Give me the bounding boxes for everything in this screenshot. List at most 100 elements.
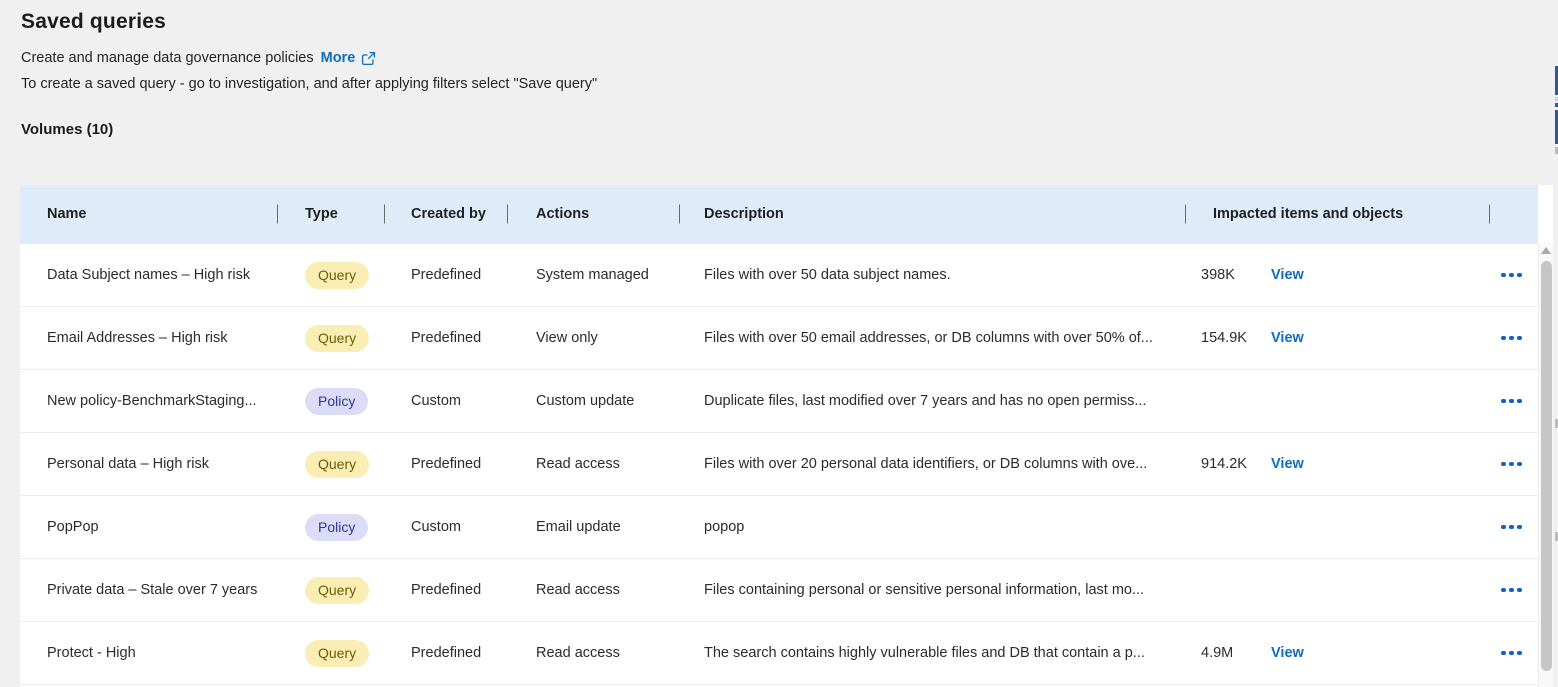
actions-value: System managed — [536, 267, 649, 283]
column-header-impacted[interactable]: Impacted items and objects — [1186, 185, 1490, 243]
actions-value: Email update — [536, 519, 621, 535]
column-header-created-by[interactable]: Created by — [385, 185, 508, 243]
impacted-count: 914.2K — [1201, 456, 1271, 472]
created-by-value: Predefined — [411, 582, 481, 598]
view-link[interactable]: View — [1271, 330, 1304, 346]
description-value: Duplicate files, last modified over 7 ye… — [704, 393, 1146, 409]
created-by-value: Predefined — [411, 456, 481, 472]
cell-created-by: Predefined — [385, 622, 508, 684]
cell-menu — [1490, 307, 1538, 369]
table-row[interactable]: Personal data – High risk Query Predefin… — [20, 432, 1538, 495]
cell-impacted: 4.9M View — [1186, 622, 1490, 684]
description-value: Files containing personal or sensitive p… — [704, 582, 1144, 598]
section-heading-volumes: Volumes (10) — [21, 121, 1558, 138]
table-row[interactable]: Protect - High Query Predefined Read acc… — [20, 621, 1538, 684]
cell-created-by: Predefined — [385, 307, 508, 369]
cell-impacted: 154.9K View — [1186, 307, 1490, 369]
row-menu-button[interactable] — [1497, 393, 1526, 410]
table-scrollbar[interactable] — [1538, 243, 1553, 687]
cell-actions: Email update — [508, 496, 680, 558]
impacted-count: 154.9K — [1201, 330, 1271, 346]
page-subtitle-row: Create and manage data governance polici… — [21, 50, 1558, 66]
cell-menu — [1490, 370, 1538, 432]
more-link[interactable]: More — [321, 50, 377, 66]
cell-type: Query — [278, 622, 385, 684]
description-value: Files with over 50 email addresses, or D… — [704, 330, 1153, 346]
cell-impacted — [1186, 496, 1490, 558]
view-link[interactable]: View — [1271, 456, 1304, 472]
row-menu-button[interactable] — [1497, 267, 1526, 284]
type-badge: Policy — [305, 514, 368, 541]
cell-created-by: Predefined — [385, 559, 508, 621]
type-badge: Query — [305, 577, 369, 604]
cell-type: Policy — [278, 370, 385, 432]
actions-value: Read access — [536, 582, 620, 598]
cell-menu — [1490, 496, 1538, 558]
description-value: The search contains highly vulnerable fi… — [704, 645, 1145, 661]
cell-created-by: Custom — [385, 370, 508, 432]
row-menu-button[interactable] — [1497, 582, 1526, 599]
scrollbar-thumb[interactable] — [1541, 261, 1552, 671]
query-name: New policy-BenchmarkStaging... — [47, 393, 257, 409]
table-body: Data Subject names – High risk Query Pre… — [20, 243, 1538, 684]
cell-actions: Read access — [508, 559, 680, 621]
row-menu-button[interactable] — [1497, 330, 1526, 347]
query-name: Private data – Stale over 7 years — [47, 582, 257, 598]
row-menu-button[interactable] — [1497, 645, 1526, 662]
page-subtitle: Create and manage data governance polici… — [21, 50, 314, 66]
cell-actions: Read access — [508, 622, 680, 684]
column-header-actions[interactable]: Actions — [508, 185, 680, 243]
cell-created-by: Predefined — [385, 433, 508, 495]
cell-type: Query — [278, 244, 385, 306]
actions-value: Custom update — [536, 393, 634, 409]
actions-value: View only — [536, 330, 598, 346]
type-badge: Query — [305, 325, 369, 352]
cell-name: Email Addresses – High risk — [20, 307, 278, 369]
created-by-value: Custom — [411, 519, 461, 535]
external-link-icon — [361, 51, 376, 66]
view-link[interactable]: View — [1271, 267, 1304, 283]
cell-type: Query — [278, 559, 385, 621]
cell-name: Protect - High — [20, 622, 278, 684]
query-name: Email Addresses – High risk — [47, 330, 228, 346]
view-link[interactable]: View — [1271, 645, 1304, 661]
type-badge: Query — [305, 262, 369, 289]
cell-impacted — [1186, 559, 1490, 621]
row-menu-button[interactable] — [1497, 456, 1526, 473]
cell-name: PopPop — [20, 496, 278, 558]
table-row[interactable]: Private data – Stale over 7 years Query … — [20, 558, 1538, 621]
actions-value: Read access — [536, 645, 620, 661]
cell-name: Private data – Stale over 7 years — [20, 559, 278, 621]
scroll-up-icon[interactable] — [1541, 247, 1551, 254]
table-row[interactable]: Email Addresses – High risk Query Predef… — [20, 306, 1538, 369]
description-value: popop — [704, 519, 744, 535]
cell-impacted: 914.2K View — [1186, 433, 1490, 495]
query-name: Protect - High — [47, 645, 136, 661]
column-header-description[interactable]: Description — [680, 185, 1186, 243]
cell-menu — [1490, 433, 1538, 495]
cell-description: Duplicate files, last modified over 7 ye… — [680, 370, 1186, 432]
cell-description: popop — [680, 496, 1186, 558]
cell-name: New policy-BenchmarkStaging... — [20, 370, 278, 432]
column-header-type[interactable]: Type — [278, 185, 385, 243]
row-menu-button[interactable] — [1497, 519, 1526, 536]
table-row[interactable]: PopPop Policy Custom Email update popop — [20, 495, 1538, 558]
table-row[interactable]: Data Subject names – High risk Query Pre… — [20, 243, 1538, 306]
more-link-label: More — [321, 50, 356, 66]
cell-actions: Custom update — [508, 370, 680, 432]
cell-menu — [1490, 559, 1538, 621]
cell-name: Data Subject names – High risk — [20, 244, 278, 306]
cell-menu — [1490, 622, 1538, 684]
cell-description: The search contains highly vulnerable fi… — [680, 622, 1186, 684]
column-header-name[interactable]: Name — [20, 185, 278, 243]
page-header: Saved queries Create and manage data gov… — [0, 0, 1558, 138]
cell-actions: View only — [508, 307, 680, 369]
created-by-value: Custom — [411, 393, 461, 409]
cell-description: Files containing personal or sensitive p… — [680, 559, 1186, 621]
table-row[interactable]: New policy-BenchmarkStaging... Policy Cu… — [20, 369, 1538, 432]
cell-impacted: 398K View — [1186, 244, 1490, 306]
created-by-value: Predefined — [411, 645, 481, 661]
cell-menu — [1490, 244, 1538, 306]
column-header-menu — [1490, 185, 1538, 243]
cell-actions: System managed — [508, 244, 680, 306]
